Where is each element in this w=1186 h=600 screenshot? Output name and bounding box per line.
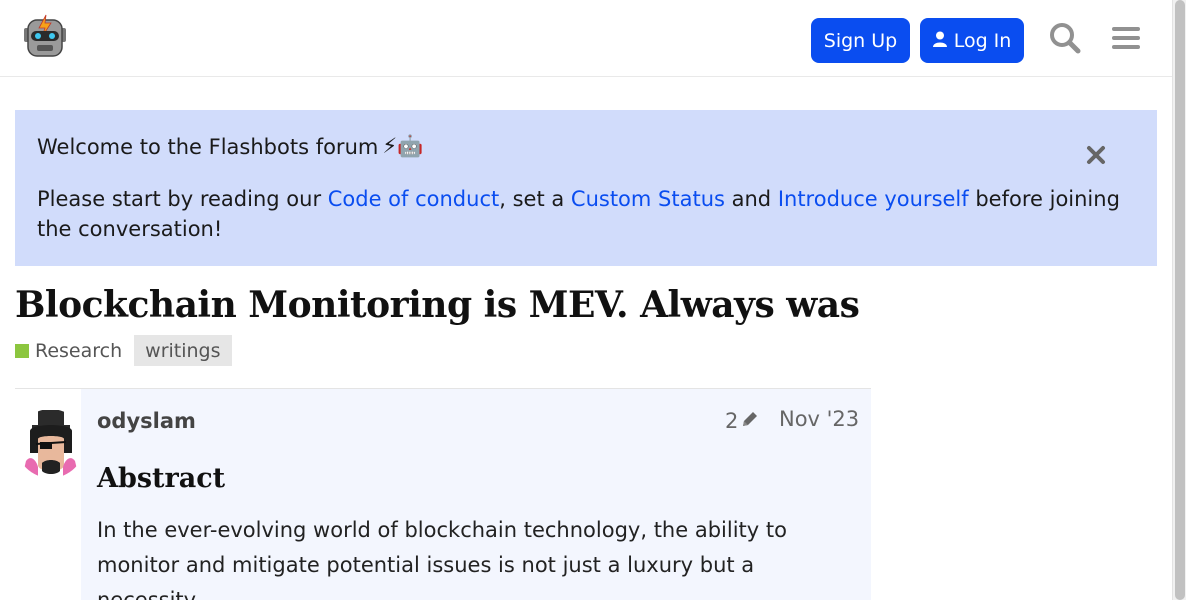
avatar[interactable] (16, 409, 85, 478)
banner-text-mid2: and (724, 187, 778, 211)
page-scrollbar[interactable] (1172, 0, 1186, 600)
banner-text-before: Please start by reading our (37, 187, 328, 211)
search-icon[interactable] (1047, 20, 1083, 56)
post-heading: Abstract (97, 463, 226, 494)
sign-up-label: Sign Up (823, 29, 898, 52)
lightning-robot-emoji: ⚡🤖 (382, 134, 424, 158)
code-of-conduct-link[interactable]: Code of conduct (328, 187, 499, 211)
post-paragraph: In the ever-evolving world of blockchain… (97, 518, 787, 600)
topic-title[interactable]: Blockchain Monitoring is MEV. Always was (15, 284, 860, 326)
post-date[interactable]: Nov '23 (779, 407, 859, 431)
user-icon (932, 30, 947, 52)
log-in-label: Log In (953, 29, 1012, 52)
introduce-yourself-link[interactable]: Introduce yourself (778, 187, 969, 211)
edit-count: 2 (725, 409, 739, 433)
tag-link[interactable]: writings (134, 335, 232, 366)
site-header: Sign Up Log In (0, 0, 1172, 77)
banner-text-mid1: , set a (499, 187, 571, 211)
hamburger-menu-icon[interactable] (1108, 20, 1144, 56)
post-body: odyslam 2 Nov '23 Abstract In the ever-e… (81, 389, 871, 600)
scrollbar-thumb[interactable] (1175, 0, 1185, 600)
welcome-banner: Welcome to the Flashbots forum ⚡🤖 Please… (15, 110, 1157, 266)
post-username[interactable]: odyslam (97, 409, 196, 433)
log-in-button[interactable]: Log In (920, 18, 1024, 63)
category-color-swatch (15, 343, 29, 358)
edit-history-button[interactable]: 2 (725, 409, 759, 433)
category-link[interactable]: Research (35, 340, 122, 362)
topic-meta: Research writings (15, 335, 232, 366)
banner-message: Please start by reading our Code of cond… (37, 184, 1127, 244)
banner-title: Welcome to the Flashbots forum ⚡🤖 (37, 134, 423, 159)
sign-up-button[interactable]: Sign Up (811, 18, 910, 63)
custom-status-link[interactable]: Custom Status (571, 187, 725, 211)
close-icon[interactable] (1083, 142, 1109, 168)
flashbots-robot-logo-icon[interactable] (22, 14, 68, 60)
pencil-icon (741, 409, 759, 433)
banner-title-text: Welcome to the Flashbots forum (37, 134, 379, 159)
